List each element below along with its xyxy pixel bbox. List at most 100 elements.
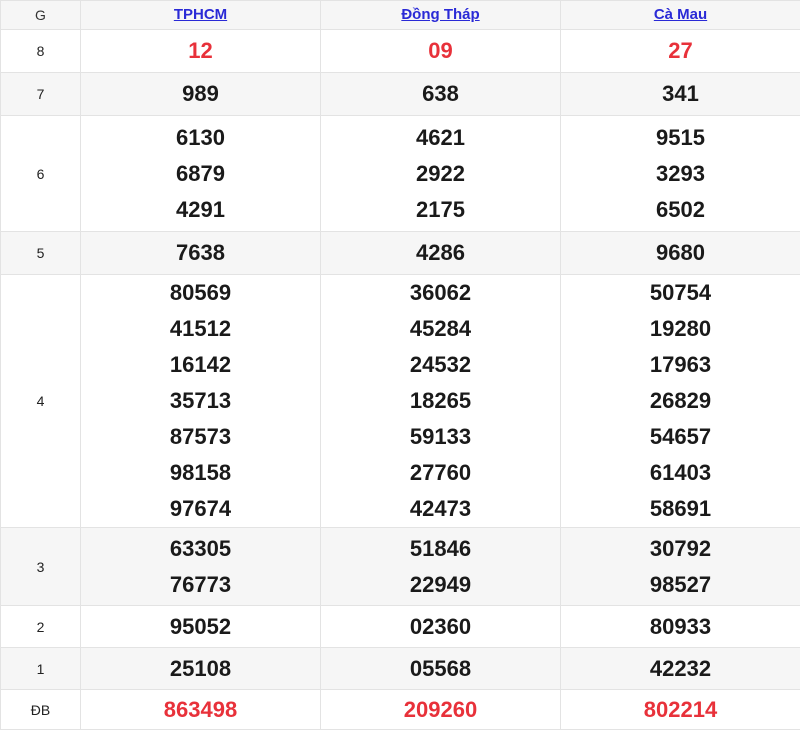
prize-cell: 638 [320,72,561,116]
prize-number: 863498 [163,696,238,722]
prize-number: 26829 [649,388,712,413]
results-body: 8 12 09 27 7 989 638 341 6 6130 6879 4291 4621 2922 21… [0,29,800,730]
prize-number: 4291 [176,196,225,222]
prize-cell: 51846 22949 [320,527,561,606]
prize-number: 98158 [169,460,232,485]
prize-cell: 9680 [560,231,800,275]
prize-number: 51846 [409,535,472,561]
prize-label: 6 [0,115,81,232]
prize-row: 7 989 638 341 [0,72,800,116]
prize-number: 45284 [409,316,472,341]
prize-row: 4 80569 41512 16142 35713 87573 98158 97674 3606… [0,274,800,528]
prize-number: 97674 [169,496,232,521]
prize-number: 80569 [169,280,232,305]
prize-cell: 80933 [560,605,800,648]
prize-number: 02360 [409,613,472,639]
prize-cell: 6130 6879 4291 [80,115,321,232]
prize-number: 22949 [409,571,472,597]
prize-row: 3 63305 76773 51846 22949 30792 98527 [0,527,800,606]
prize-number: 2922 [416,160,465,186]
lottery-results-table: G TPHCM Đồng Tháp Cà Mau 8 12 09 27 7 989 638 3… [0,0,800,730]
prize-cell: 80569 41512 16142 35713 87573 98158 97674 [80,274,321,528]
prize-cell: 989 [80,72,321,116]
prize-number: 09 [428,38,453,63]
prize-number: 27760 [409,460,472,485]
prize-number: 7638 [176,240,225,265]
prize-row: 2 95052 02360 80933 [0,605,800,648]
prize-row: ĐB 863498 209260 802214 [0,689,800,730]
prize-number: 63305 [169,535,232,561]
prize-cell: 7638 [80,231,321,275]
prize-cell: 02360 [320,605,561,648]
prize-row: 8 12 09 27 [0,29,800,73]
prize-row: 5 7638 4286 9680 [0,231,800,275]
prize-number: 80933 [649,613,712,639]
prize-number: 6879 [176,160,225,186]
prize-cell: 12 [80,29,321,73]
prize-number: 61403 [649,460,712,485]
prize-number: 16142 [169,352,232,377]
prize-number: 9515 [656,124,705,150]
prize-number: 30792 [649,535,712,561]
prize-number: 87573 [169,424,232,449]
prize-cell: 25108 [80,647,321,690]
prize-column-header: G [0,0,81,30]
prize-number: 76773 [169,571,232,597]
prize-cell: 27 [560,29,800,73]
province-header-1: TPHCM [80,0,321,30]
province-link-ca-mau[interactable]: Cà Mau [654,6,707,23]
prize-row: 1 25108 05568 42232 [0,647,800,690]
prize-number: 41512 [169,316,232,341]
prize-label: 2 [0,605,81,648]
prize-number: 989 [182,81,219,106]
prize-number: 6502 [656,196,705,222]
province-header-3: Cà Mau [560,0,800,30]
province-link-tphcm[interactable]: TPHCM [174,6,227,23]
prize-number: 05568 [409,655,472,681]
prize-number: 4286 [416,240,465,265]
prize-number: 27 [668,38,693,63]
prize-cell: 4286 [320,231,561,275]
prize-cell: 09 [320,29,561,73]
prize-number: 6130 [176,124,225,150]
prize-number: 18265 [409,388,472,413]
prize-number: 2175 [416,196,465,222]
prize-number: 42473 [409,496,472,521]
prize-label: ĐB [0,689,81,730]
prize-cell: 05568 [320,647,561,690]
prize-number: 802214 [643,696,718,722]
prize-cell: 4621 2922 2175 [320,115,561,232]
prize-number: 209260 [403,696,478,722]
prize-cell: 30792 98527 [560,527,800,606]
prize-row: 6 6130 6879 4291 4621 2922 2175 9515 3293 6502 [0,115,800,232]
prize-number: 17963 [649,352,712,377]
prize-cell: 863498 [80,689,321,730]
prize-number: 35713 [169,388,232,413]
prize-number: 4621 [416,124,465,150]
prize-cell: 36062 45284 24532 18265 59133 27760 42473 [320,274,561,528]
prize-cell: 9515 3293 6502 [560,115,800,232]
prize-label: 1 [0,647,81,690]
prize-number: 42232 [649,655,712,681]
prize-cell: 802214 [560,689,800,730]
prize-number: 25108 [169,655,232,681]
prize-cell: 42232 [560,647,800,690]
prize-number: 50754 [649,280,712,305]
prize-label: 5 [0,231,81,275]
prize-number: 58691 [649,496,712,521]
prize-number: 36062 [409,280,472,305]
prize-cell: 50754 19280 17963 26829 54657 61403 58691 [560,274,800,528]
prize-number: 54657 [649,424,712,449]
prize-number: 19280 [649,316,712,341]
prize-number: 341 [662,81,699,106]
prize-label: 7 [0,72,81,116]
prize-label: 4 [0,274,81,528]
province-link-dong-thap[interactable]: Đồng Tháp [401,6,479,23]
prize-number: 12 [188,38,213,63]
prize-number: 3293 [656,160,705,186]
prize-cell: 209260 [320,689,561,730]
prize-number: 9680 [656,240,705,265]
prize-number: 638 [422,81,459,106]
prize-cell: 63305 76773 [80,527,321,606]
province-header-2: Đồng Tháp [320,0,561,30]
